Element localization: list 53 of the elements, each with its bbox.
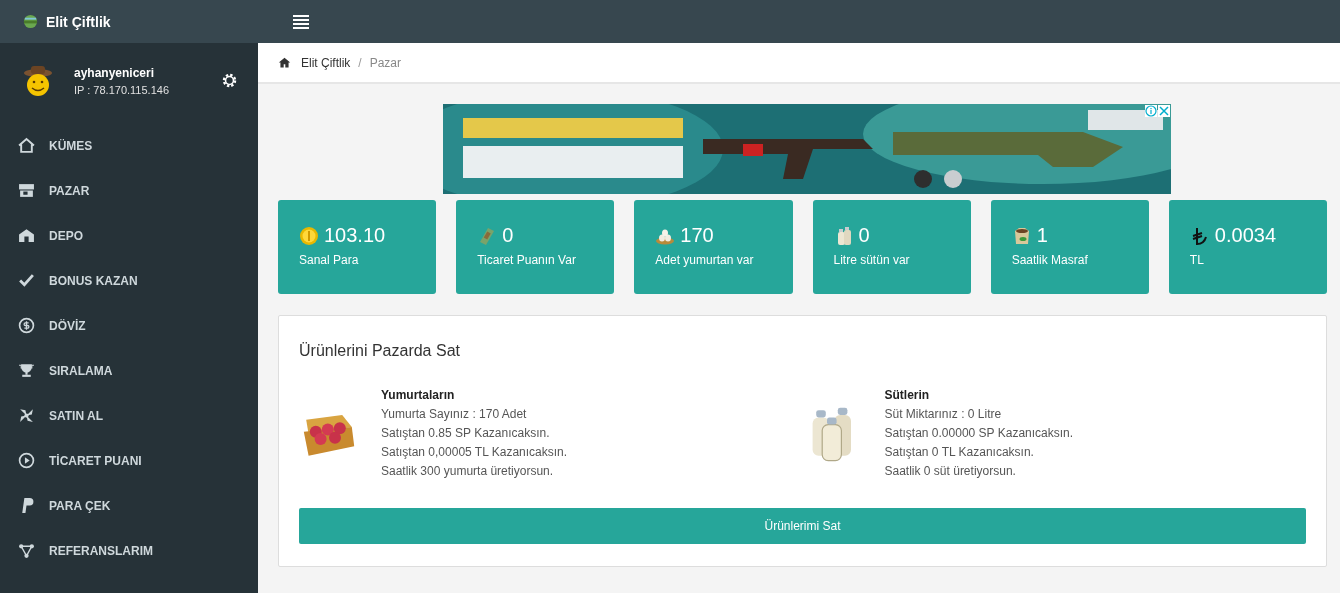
breadcrumb-separator: /: [358, 55, 362, 70]
ip-address: IP : 78.170.115.146: [74, 83, 170, 96]
stat-value: 0: [858, 224, 870, 247]
check-icon: [18, 272, 35, 289]
stat-label: Sanal Para: [299, 253, 360, 267]
sidebar-item[interactable]: SATIN AL: [0, 393, 258, 438]
store-icon: [18, 182, 35, 199]
username: ayhanyeniceri: [74, 65, 156, 80]
sidebar-item[interactable]: PAZAR: [0, 168, 258, 213]
product-info: Süt Miktarınız : 0 Litre: [884, 407, 1003, 421]
logo-icon: [23, 14, 38, 29]
sidebar-item[interactable]: TİCARET PUANI: [0, 438, 258, 483]
trophy-icon: [18, 362, 35, 379]
stat-value: 1: [1036, 224, 1048, 247]
breadcrumb-link[interactable]: Elit Çiftlik: [301, 55, 351, 70]
stat-label: Ticaret Puanın Var: [477, 253, 577, 267]
stat-label: TL: [1189, 253, 1205, 267]
product-info: Saatlik 300 yumurta üretiyorsun.: [381, 464, 555, 478]
product-info: Satıştan 0.85 SP Kazanıcaksın.: [381, 426, 551, 440]
product-info: Satıştan 0,00005 TL Kazanıcaksın.: [381, 445, 568, 459]
breadcrumb-link[interactable]: Pazar: [369, 55, 402, 70]
stat-value: 0.0034: [1214, 224, 1277, 247]
fan-icon: [18, 407, 35, 424]
menu-icon[interactable]: [293, 14, 309, 29]
panel-title: Ürünlerini Pazarda Sat: [299, 342, 461, 360]
play-circle-icon: [18, 452, 35, 469]
brand-name[interactable]: Elit Çiftlik: [46, 13, 111, 30]
stat-label: Saatlik Masraf: [1011, 253, 1089, 267]
sidebar-item[interactable]: KÜMES: [0, 123, 258, 168]
stat-label: Adet yumurtan var: [655, 253, 755, 267]
dollar-circle-icon: [18, 317, 35, 334]
stat-value: 170: [680, 224, 714, 247]
sidebar-item[interactable]: DÖVİZ: [0, 303, 258, 348]
stat-value: 103.10: [324, 224, 386, 247]
home-icon[interactable]: [278, 56, 291, 69]
sidebar-item[interactable]: BONUS KAZAN: [0, 258, 258, 303]
product-title: Sütlerin: [884, 388, 931, 402]
warehouse-icon: [18, 227, 35, 244]
settings-icon[interactable]: [220, 71, 239, 90]
sidebar-item[interactable]: SIRALAMA: [0, 348, 258, 393]
coin-icon: [299, 225, 319, 246]
product-title: Yumurtaların: [381, 388, 456, 402]
sidebar-item[interactable]: PARA ÇEK: [0, 483, 258, 528]
sidebar-item[interactable]: DEPO: [0, 213, 258, 258]
sidebar-item[interactable]: REFERANSLARIM: [0, 528, 258, 573]
stat-label: Litre sütün var: [833, 253, 911, 267]
house-icon: [18, 137, 35, 154]
stat-value: 0: [502, 224, 514, 247]
network-icon: [18, 542, 35, 559]
product-info: Yumurta Sayınız : 170 Adet: [381, 407, 528, 421]
product-info: Satıştan 0 TL Kazanıcaksın.: [884, 445, 1035, 459]
product-info: Satıştan 0.00000 SP Kazanıcaksın.: [884, 426, 1074, 440]
product-info: Saatlik 0 süt üretiyorsun.: [884, 464, 1017, 478]
